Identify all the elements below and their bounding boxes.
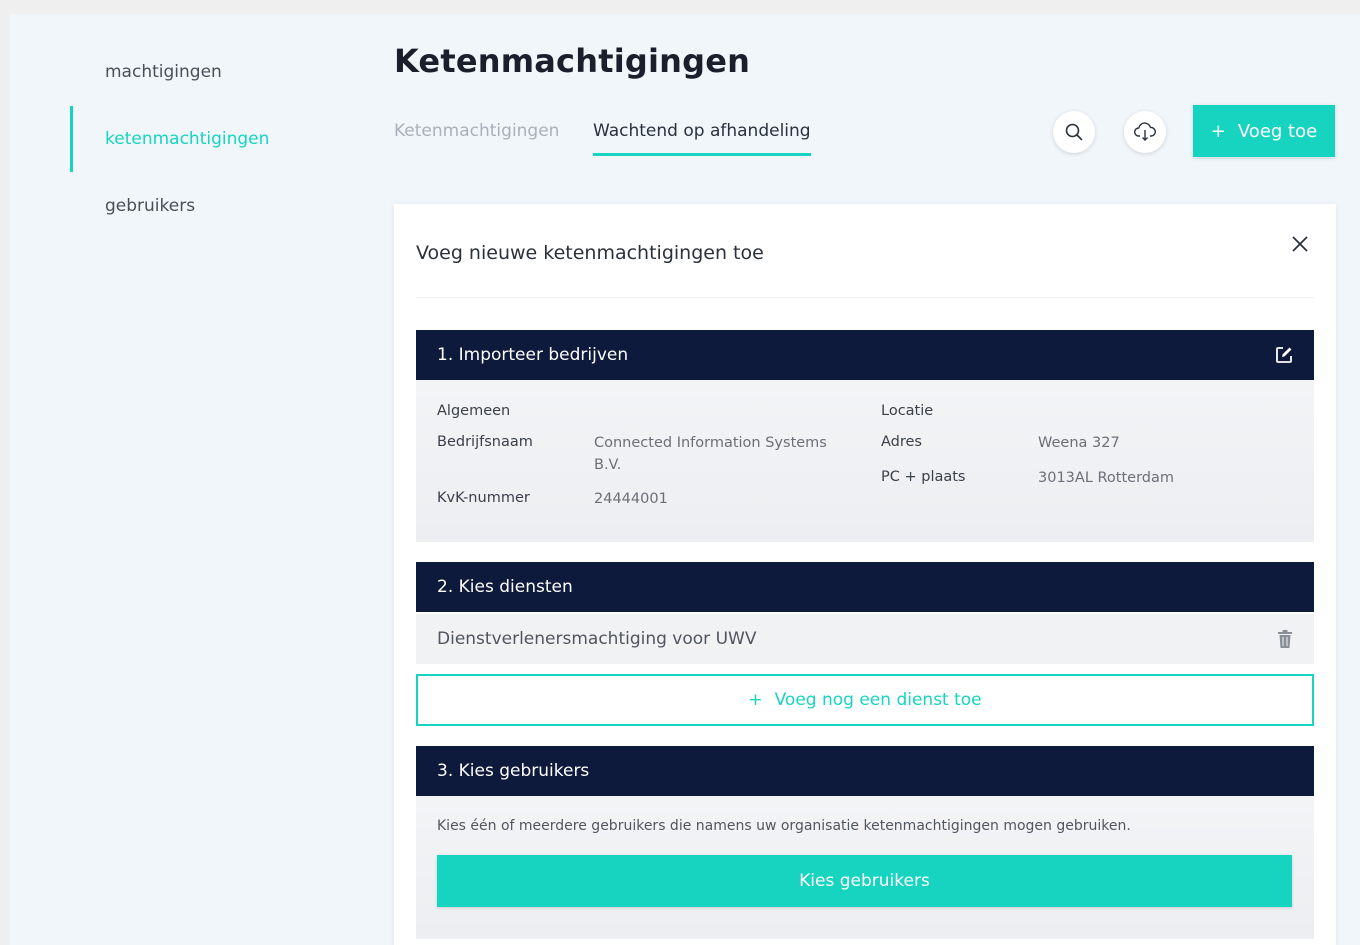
sidebar-item-label: machtigingen [105, 62, 222, 82]
add-chain-authorization-panel: Voeg nieuwe ketenmachtigingen toe 1. Imp… [394, 204, 1336, 945]
sidebar-item-gebruikers[interactable]: gebruikers [70, 173, 320, 239]
section-title: 1. Importeer bedrijven [437, 345, 629, 365]
search-icon [1065, 123, 1083, 141]
plus-icon: + [748, 690, 763, 710]
trash-icon[interactable] [1276, 629, 1294, 649]
company-name-label: Bedrijfsnaam [437, 434, 533, 450]
kvk-value: 24444001 [594, 491, 668, 507]
choose-users-label: Kies gebruikers [799, 871, 930, 891]
choose-users-button[interactable]: Kies gebruikers [437, 855, 1292, 907]
divider [416, 297, 1314, 298]
sidebar: machtigingen ketenmachtigingen gebruiker… [10, 14, 340, 945]
general-heading: Algemeen [437, 403, 511, 419]
search-button[interactable] [1053, 111, 1095, 153]
address-value: Weena 327 [1038, 435, 1120, 451]
choose-users-body: Kies één of meerdere gebruikers die name… [416, 796, 1314, 939]
page-title: Ketenmachtigingen [394, 42, 751, 80]
close-icon[interactable] [1288, 232, 1312, 256]
sidebar-item-machtigingen[interactable]: machtigingen [70, 39, 320, 105]
users-description: Kies één of meerdere gebruikers die name… [437, 818, 1131, 834]
panel-title: Voeg nieuwe ketenmachtigingen toe [416, 242, 764, 264]
company-details: Algemeen Bedrijfsnaam Connected Informat… [416, 380, 1314, 542]
section-title: 3. Kies gebruikers [437, 761, 590, 781]
section-choose-services-header: 2. Kies diensten [416, 562, 1314, 612]
location-heading: Locatie [881, 403, 934, 419]
postcode-label: PC + plaats [881, 469, 966, 485]
download-button[interactable] [1124, 111, 1166, 153]
plus-icon: + [1210, 120, 1226, 142]
sidebar-item-ketenmachtigingen[interactable]: ketenmachtigingen [70, 106, 320, 172]
add-service-button[interactable]: + Voeg nog een dienst toe [416, 674, 1314, 726]
cloud-download-icon [1133, 122, 1156, 141]
add-button[interactable]: + Voeg toe [1193, 105, 1335, 157]
add-service-label: Voeg nog een dienst toe [774, 690, 982, 710]
address-label: Adres [881, 434, 922, 450]
edit-icon[interactable] [1274, 345, 1294, 365]
tab-ketenmachtigingen[interactable]: Ketenmachtigingen [394, 121, 559, 153]
kvk-label: KvK-nummer [437, 490, 530, 506]
app-window: machtigingen ketenmachtigingen gebruiker… [10, 14, 1360, 945]
add-button-label: Voeg toe [1237, 120, 1318, 142]
service-name: Dienstverlenersmachtiging voor UWV [437, 629, 757, 649]
sidebar-item-label: ketenmachtigingen [105, 129, 270, 149]
postcode-value: 3013AL Rotterdam [1038, 470, 1175, 486]
company-name-value: Connected Information Systems B.V. [594, 435, 827, 473]
list-item: Dienstverlenersmachtiging voor UWV [416, 614, 1314, 664]
section-import-companies-header: 1. Importeer bedrijven [416, 330, 1314, 380]
section-choose-users-header: 3. Kies gebruikers [416, 746, 1314, 796]
sidebar-item-label: gebruikers [105, 196, 196, 216]
tab-wachtend-op-afhandeling[interactable]: Wachtend op afhandeling [593, 121, 811, 156]
section-title: 2. Kies diensten [437, 577, 573, 597]
